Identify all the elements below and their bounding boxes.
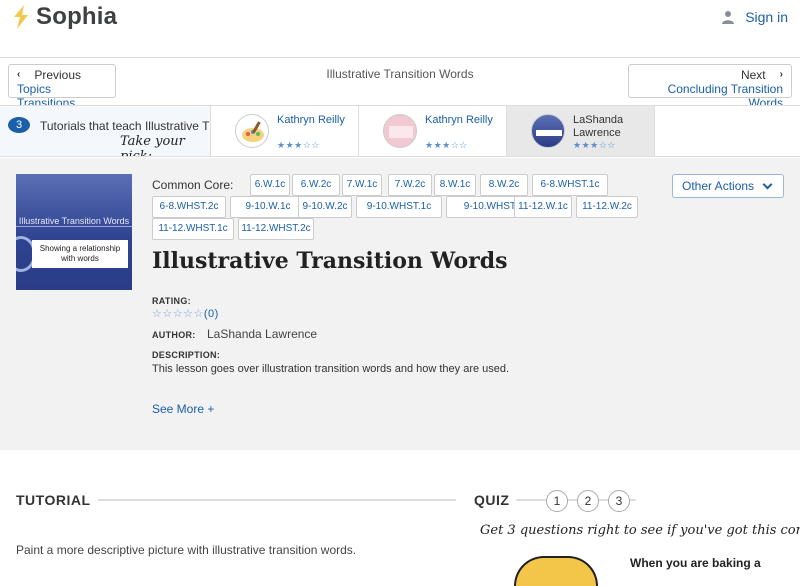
description-label: DESCRIPTION:: [152, 350, 221, 360]
tutorial-thumbnail: [531, 114, 565, 148]
common-core-tag[interactable]: 6.W.1c: [250, 174, 290, 196]
tutorials-strip: 3 Tutorials that teach Illustrative T Ta…: [0, 105, 800, 157]
tutorial-thumbnail: [383, 114, 417, 148]
common-core-tag[interactable]: 9-10.W.1c: [230, 196, 306, 218]
user-icon: [722, 11, 735, 24]
common-core-tag[interactable]: 6-8.WHST.1c: [532, 174, 608, 196]
common-core-tag[interactable]: 7.W.1c: [342, 174, 382, 196]
thumbnail-caption: Showing a relationship with words: [32, 240, 128, 268]
tutorial-thumbnail-large: Illustrative Transition Words Showing a …: [16, 174, 132, 290]
chevron-down-icon: [762, 179, 773, 190]
tutorial-author: LaShanda Lawrence: [573, 114, 624, 139]
common-core-tag[interactable]: 8.W.1c: [434, 174, 476, 196]
tutorial-count-badge: 3: [8, 117, 30, 133]
common-core-tag[interactable]: 11-12.W.1c: [514, 196, 572, 218]
tutorial-thumbnail: [235, 114, 269, 148]
tutorial-rating-stars: ★★★☆☆: [277, 140, 320, 150]
common-core-tag[interactable]: 8.W.2c: [480, 174, 528, 196]
tutorials-text: Tutorials that teach Illustrative T: [40, 119, 210, 133]
common-core-tag[interactable]: 9-10.W.2c: [298, 196, 352, 218]
tutorial-summary: Paint a more descriptive picture with il…: [16, 543, 357, 557]
description-text: This lesson goes over illustration trans…: [152, 363, 510, 375]
common-core-tag[interactable]: 6.W.2c: [292, 174, 340, 196]
author-label: AUTHOR:: [152, 330, 196, 340]
sophia-logo[interactable]: Sophia: [10, 3, 117, 31]
brand-name: Sophia: [36, 3, 118, 30]
header-divider: [0, 57, 800, 58]
rating-stars[interactable]: ☆☆☆☆☆: [152, 308, 204, 320]
other-actions-label: Other Actions: [682, 179, 755, 193]
common-core-label: Common Core:: [152, 178, 234, 192]
strip-spacer: [654, 106, 800, 156]
thumbnail-title: Illustrative Transition Words: [18, 216, 130, 226]
common-core-tag[interactable]: 11-12.WHST.1c: [152, 218, 234, 240]
tutorial-rating-stars: ★★★☆☆: [425, 140, 468, 150]
chevron-left-icon: ‹: [17, 69, 21, 80]
tutorial-card[interactable]: Kathryn Reilly ★★★☆☆: [358, 106, 506, 156]
previous-label: Previous: [34, 68, 82, 82]
common-core-tag[interactable]: 11-12.WHST.2c: [238, 218, 314, 240]
sophia-logo-icon: [14, 5, 28, 29]
author-name: LaShanda Lawrence: [207, 327, 318, 341]
common-core-tag[interactable]: 11-12.W.2c: [576, 196, 638, 218]
rating-widget[interactable]: ☆☆☆☆☆(0): [152, 307, 219, 320]
top-bar: Sophia Sign in: [0, 0, 800, 36]
quiz-heading: QUIZ: [474, 492, 510, 508]
other-actions-dropdown[interactable]: Other Actions: [672, 174, 784, 198]
next-tutorial-button[interactable]: Next › Concluding Transition Words: [628, 64, 792, 110]
tutorial-author: Kathryn Reilly: [425, 114, 493, 126]
tutorial-card[interactable]: Kathryn Reilly ★★★☆☆: [210, 106, 358, 156]
quiz-illustration: [514, 556, 598, 586]
tutorial-rating-stars: ★★★☆☆: [573, 140, 616, 150]
tutorials-intro: 3 Tutorials that teach Illustrative T Ta…: [0, 106, 210, 156]
take-your-pick: Take your pick:: [120, 134, 185, 156]
tutorial-details: Illustrative Transition Words Showing a …: [0, 158, 800, 450]
page-title: Illustrative Transition Words: [152, 248, 508, 274]
tutorial-author: Kathryn Reilly: [277, 114, 345, 126]
rating-count: (0): [203, 308, 219, 320]
tutorial-rule: [98, 499, 456, 501]
paint-palette-icon: [242, 121, 264, 142]
thumbnail-rule: [16, 226, 132, 227]
thumbnail-graphic: [389, 126, 413, 138]
chevron-right-icon: ›: [779, 69, 783, 80]
common-core-tag[interactable]: 9-10.WHST.1c: [356, 196, 442, 218]
quiz-question-2[interactable]: 2: [577, 490, 599, 512]
common-core-tag[interactable]: 6-8.WHST.2c: [152, 196, 226, 218]
see-more-link[interactable]: See More +: [152, 402, 214, 416]
quiz-question-3[interactable]: 3: [608, 490, 630, 512]
next-label: Next: [740, 68, 766, 82]
page-nav-title: Illustrative Transition Words: [326, 67, 474, 81]
quiz-question-text: When you are baking a: [630, 556, 761, 570]
quiz-question-1[interactable]: 1: [546, 490, 568, 512]
common-core-tag[interactable]: 7.W.2c: [388, 174, 432, 196]
thumbnail-graphic: [536, 130, 562, 136]
sign-in-label: Sign in: [745, 9, 788, 25]
previous-tutorial-button[interactable]: ‹ Previous Topics Transitions: [8, 64, 116, 110]
tutorial-heading: TUTORIAL: [16, 492, 91, 508]
sign-in-link[interactable]: Sign in: [721, 9, 788, 25]
rating-label: RATING:: [152, 296, 191, 306]
quiz-promo: Get 3 questions right to see if you've g…: [480, 523, 800, 538]
tutorial-card-selected[interactable]: LaShanda Lawrence ★★★☆☆: [506, 106, 654, 156]
